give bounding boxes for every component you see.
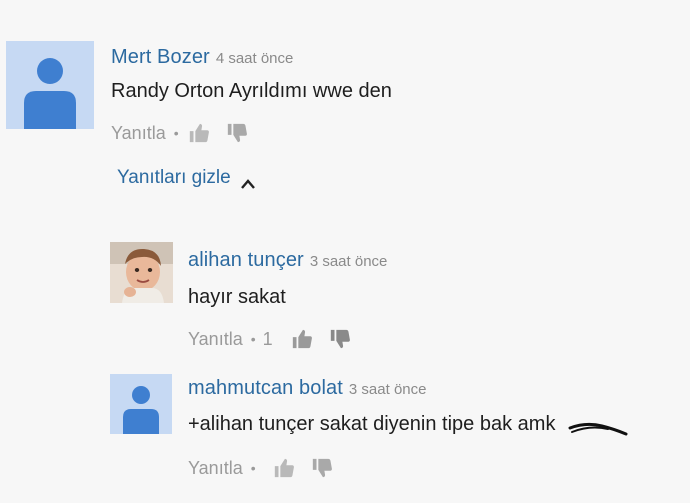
comment-text: +alihan tunçer sakat diyenin tipe bak am… (188, 413, 556, 435)
comment-header: mahmutcan bolat 3 saat önce (188, 377, 426, 400)
thumbs-down-icon[interactable] (311, 457, 333, 479)
comment-text: hayır sakat (188, 286, 286, 308)
comment-timestamp[interactable]: 4 saat önce (216, 50, 294, 67)
avatar[interactable] (110, 242, 173, 303)
default-avatar-icon (6, 41, 94, 129)
profile-photo (110, 242, 173, 303)
like-count: 1 (262, 328, 273, 349)
avatar[interactable] (6, 41, 94, 129)
separator: • (250, 331, 256, 347)
comment-timestamp[interactable]: 3 saat önce (310, 253, 388, 270)
thumbs-down-icon[interactable] (226, 122, 248, 144)
chevron-up-icon (240, 173, 255, 189)
comment-author[interactable]: alihan tunçer (188, 249, 304, 272)
comment-actions: Yanıtla • 1 (188, 328, 351, 350)
comment-timestamp[interactable]: 3 saat önce (349, 381, 427, 398)
avatar[interactable] (110, 374, 172, 434)
reply-button[interactable]: Yanıtla (188, 458, 243, 479)
reply-button[interactable]: Yanıtla (188, 329, 243, 350)
scribble-mark (568, 422, 628, 436)
reply-button[interactable]: Yanıtla (111, 123, 166, 144)
comment-text: Randy Orton Ayrıldımı wwe den (111, 80, 392, 102)
comment-author[interactable]: Mert Bozer (111, 46, 210, 69)
thumbs-up-icon[interactable] (273, 457, 295, 479)
thumbs-up-icon[interactable] (188, 122, 210, 144)
hide-replies-label: Yanıtları gizle (117, 167, 231, 188)
hide-replies-button[interactable]: Yanıtları gizle (117, 167, 255, 189)
comment-author[interactable]: mahmutcan bolat (188, 377, 343, 400)
comment-header: alihan tunçer 3 saat önce (188, 249, 387, 272)
default-avatar-icon (110, 374, 172, 434)
separator: • (173, 125, 179, 141)
separator: • (250, 460, 256, 476)
comment-actions: Yanıtla • (111, 122, 248, 144)
comment-actions: Yanıtla • (188, 457, 333, 479)
thumbs-up-icon[interactable] (291, 328, 313, 350)
thumbs-down-icon[interactable] (329, 328, 351, 350)
comment-header: Mert Bozer 4 saat önce (111, 46, 293, 69)
